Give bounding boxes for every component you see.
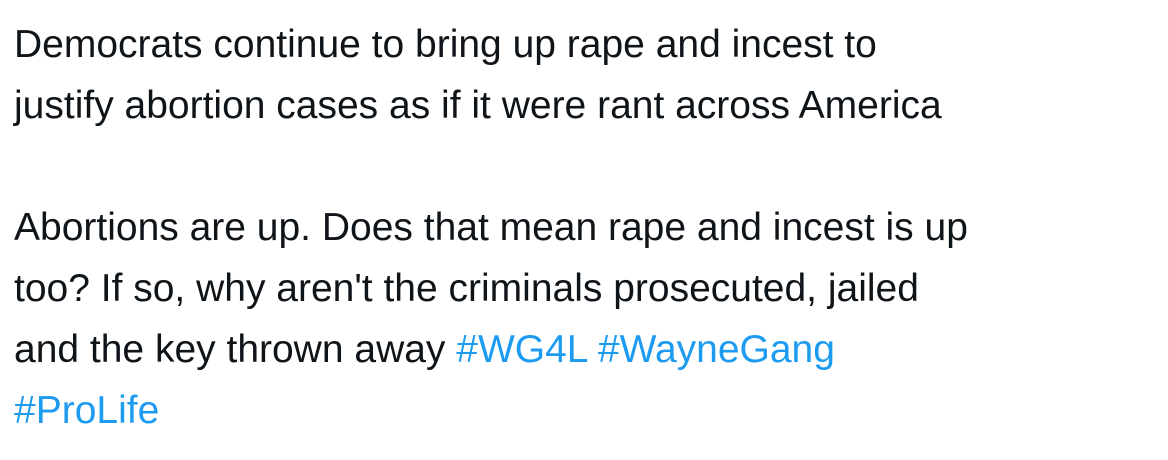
tweet-line: Democrats continue to bring up rape and … <box>14 23 877 66</box>
paragraph-break <box>14 136 1164 197</box>
tweet-text: Democrats continue to bring up rape and … <box>14 14 1164 441</box>
tweet-line: Abortions are up. Does that mean rape an… <box>14 206 968 249</box>
tweet-line: #ProLife <box>14 380 1164 441</box>
tweet-line: too? If so, why aren't the criminals pro… <box>14 267 919 310</box>
tweet-line: justify abortion cases as if it were ran… <box>14 84 942 127</box>
hashtag-link-waynegang[interactable]: #WayneGang <box>598 328 835 371</box>
hashtag-link-wg4l[interactable]: #WG4L <box>456 328 587 371</box>
hashtag-link-prolife[interactable]: #ProLife <box>14 389 159 432</box>
tweet-line-text: and the key thrown away <box>14 328 457 371</box>
tweet-line: and the key thrown away #WG4L #WayneGang <box>14 319 1164 380</box>
